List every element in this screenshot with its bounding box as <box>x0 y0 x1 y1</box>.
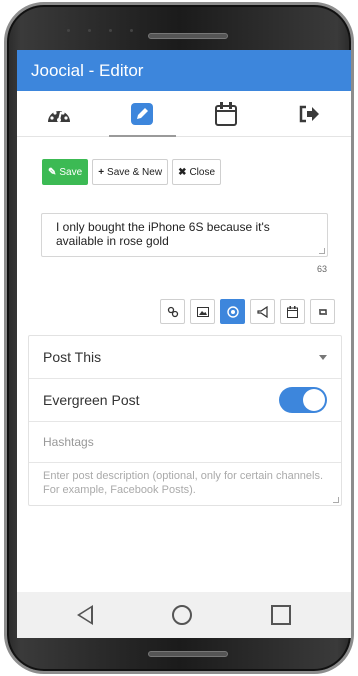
link-button[interactable] <box>160 299 185 324</box>
post-this-select[interactable]: Post This <box>29 336 341 379</box>
android-nav-bar <box>17 592 351 638</box>
tab-bar <box>17 91 351 137</box>
close-icon: ✖ <box>178 166 187 178</box>
post-options: Post This Evergreen Post Hashtags Enter … <box>28 335 342 506</box>
megaphone-icon <box>256 305 268 318</box>
retweet-icon <box>318 308 327 315</box>
toggle-knob <box>303 389 325 411</box>
home-icon[interactable] <box>171 605 192 625</box>
close-button[interactable]: ✖ Close <box>172 159 222 185</box>
post-text: I only bought the iPhone 6S because it's… <box>56 220 270 248</box>
tab-dashboard[interactable] <box>17 91 101 136</box>
editor-content: ✎ Save + Save & New ✖ Close I only bough… <box>17 159 351 506</box>
app-title: Joocial - Editor <box>31 60 144 80</box>
save-new-button[interactable]: + Save & New <box>92 159 169 185</box>
promote-button[interactable] <box>250 299 275 324</box>
edit-icon: ✎ <box>48 166 57 178</box>
save-button[interactable]: ✎ Save <box>42 159 89 185</box>
target-button[interactable] <box>220 299 245 324</box>
calendar-icon <box>214 101 237 126</box>
post-this-label: Post This <box>43 349 102 365</box>
evergreen-toggle[interactable] <box>279 387 327 413</box>
save-new-label: Save & New <box>107 166 163 178</box>
post-textarea[interactable]: I only bought the iPhone 6S because it's… <box>41 213 328 257</box>
recent-apps-icon[interactable] <box>271 605 292 625</box>
description-textarea[interactable]: Enter post description (optional, only f… <box>29 463 341 505</box>
link-icon <box>167 306 178 317</box>
app-bar: Joocial - Editor <box>17 50 351 91</box>
app-screen: Joocial - Editor ✎ Save + Save & New ✖ C… <box>17 50 351 638</box>
image-button[interactable] <box>190 299 215 324</box>
evergreen-row: Evergreen Post <box>29 379 341 422</box>
char-counter: 63 <box>316 264 327 274</box>
description-placeholder: Enter post description (optional, only f… <box>43 470 324 496</box>
post-tools <box>29 299 335 324</box>
dashboard-icon <box>47 110 70 122</box>
sensor-dots <box>67 19 187 32</box>
resize-handle[interactable] <box>333 497 339 503</box>
calendar-icon <box>287 305 298 318</box>
earpiece-speaker <box>148 33 228 39</box>
chevron-down-icon <box>319 354 327 360</box>
tab-logout[interactable] <box>268 91 352 136</box>
hashtags-input[interactable]: Hashtags <box>29 422 341 463</box>
save-label: Save <box>59 166 83 178</box>
bottom-speaker <box>148 651 228 657</box>
resize-handle[interactable] <box>319 248 325 254</box>
action-buttons: ✎ Save + Save & New ✖ Close <box>42 159 339 185</box>
tab-editor[interactable] <box>101 91 185 137</box>
schedule-button[interactable] <box>280 299 305 324</box>
sign-out-icon <box>300 105 320 122</box>
repost-button[interactable] <box>310 299 335 324</box>
close-label: Close <box>189 166 216 178</box>
target-icon <box>226 305 239 318</box>
tab-calendar[interactable] <box>184 91 268 136</box>
image-icon <box>196 306 209 317</box>
edit-icon <box>131 102 154 125</box>
back-icon[interactable] <box>76 605 93 625</box>
evergreen-label: Evergreen Post <box>43 392 140 408</box>
plus-icon: + <box>98 166 105 178</box>
hashtags-placeholder: Hashtags <box>43 435 94 449</box>
